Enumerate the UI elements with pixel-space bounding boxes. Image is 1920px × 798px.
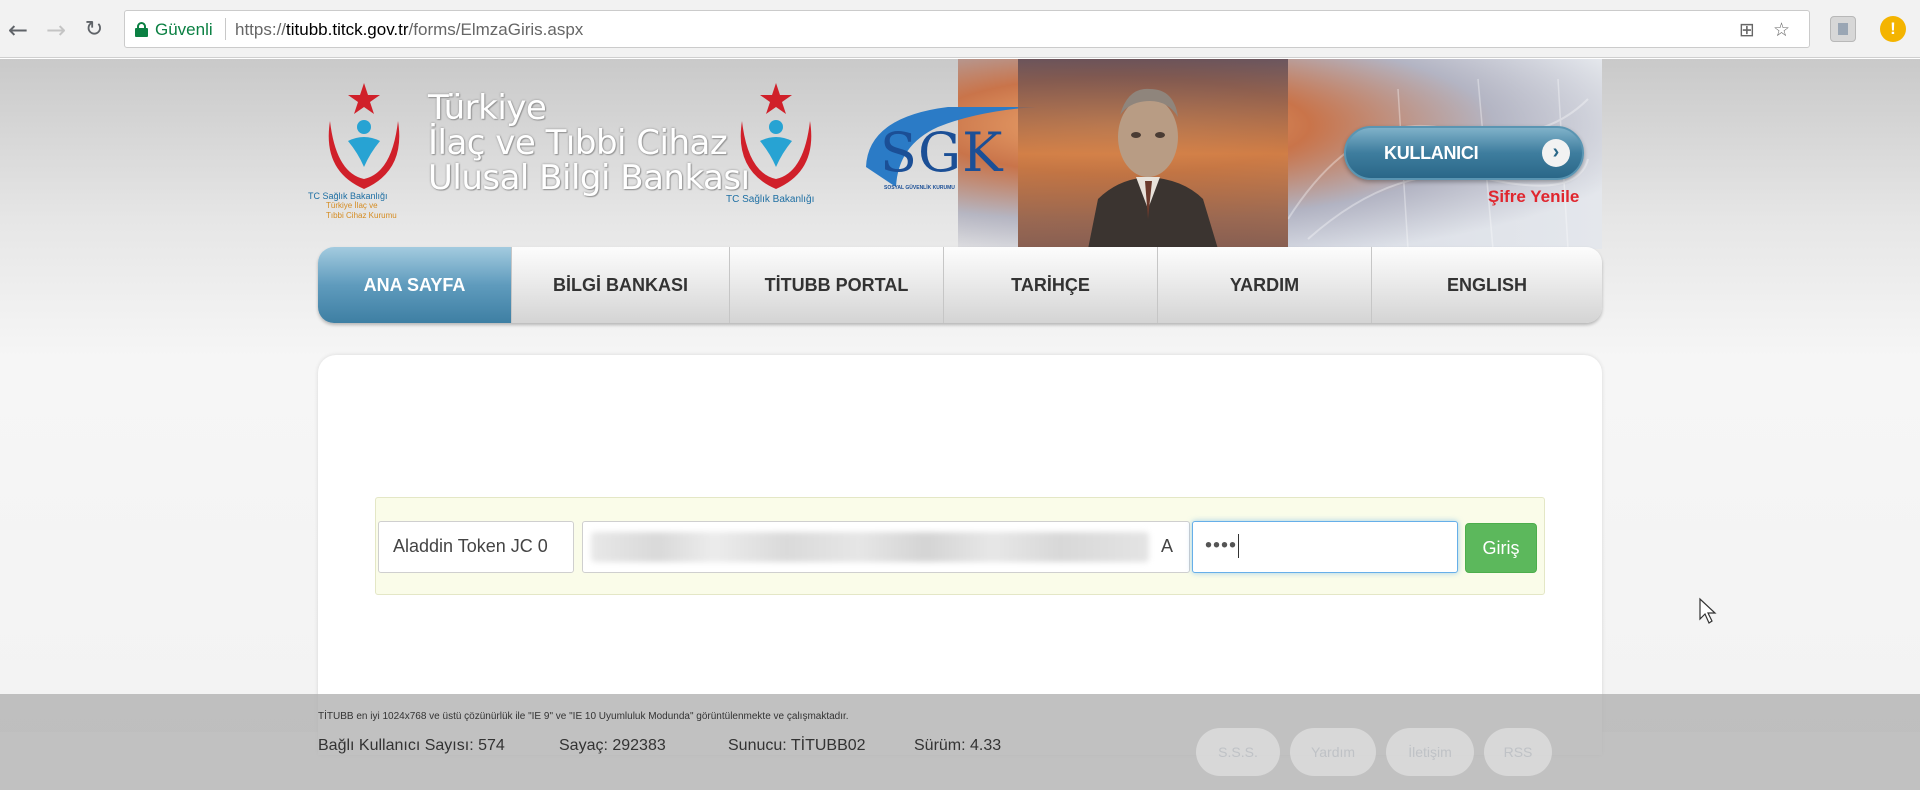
- address-divider: [225, 18, 226, 40]
- address-bar[interactable]: Güvenli https://titubb.titck.gov.tr/form…: [124, 10, 1810, 48]
- nav-english[interactable]: ENGLISH: [1372, 247, 1602, 323]
- warning-icon[interactable]: !: [1880, 16, 1906, 42]
- portrait-photo: [1018, 59, 1288, 249]
- nav-titubb-portal[interactable]: TİTUBB PORTAL: [730, 247, 944, 323]
- connected-users-count: Bağlı Kullanıcı Sayısı: 574: [318, 737, 505, 754]
- lock-icon[interactable]: [135, 22, 148, 37]
- version-number: Sürüm: 4.33: [914, 737, 1002, 754]
- ministry-caption: TC Sağlık Bakanlığı Türkiye İlaç ve Tıbb…: [308, 191, 397, 220]
- translate-icon[interactable]: ⊞: [1739, 19, 1755, 41]
- bookmark-star-icon[interactable]: ☆: [1773, 19, 1790, 41]
- password-reset-link[interactable]: Şifre Yenile: [1488, 187, 1579, 207]
- browser-compatibility-note: TİTUBB en iyi 1024x768 ve üstü çözünürlü…: [318, 711, 849, 722]
- nav-help[interactable]: YARDIM: [1158, 247, 1372, 323]
- sgk-logo-text: SGK: [880, 121, 1004, 184]
- nav-home[interactable]: ANA SAYFA: [318, 247, 512, 323]
- reload-icon[interactable]: ↻: [80, 16, 108, 44]
- mouse-pointer-icon: [1699, 597, 1717, 624]
- ministry-caption-secondary: TC Sağlık Bakanlığı: [726, 194, 815, 205]
- contact-link[interactable]: İletişim: [1386, 728, 1474, 776]
- secure-label[interactable]: Güvenli: [155, 20, 213, 40]
- redacted-certificate-name: [591, 532, 1149, 562]
- ministry-logo-secondary-icon: [740, 83, 812, 189]
- server-name: Sunucu: TİTUBB02: [728, 737, 866, 754]
- forward-arrow-icon[interactable]: →: [42, 16, 70, 44]
- visit-counter: Sayaç: 292383: [559, 737, 666, 754]
- rss-link[interactable]: RSS: [1484, 728, 1552, 776]
- token-select[interactable]: Aladdin Token JC 0: [378, 521, 574, 573]
- back-arrow-icon[interactable]: ←: [4, 16, 32, 44]
- certificate-select[interactable]: A: [582, 521, 1190, 573]
- nav-history[interactable]: TARİHÇE: [944, 247, 1158, 323]
- help-link[interactable]: Yardım: [1290, 728, 1376, 776]
- site-header: TC Sağlık Bakanlığı Türkiye İlaç ve Tıbb…: [308, 59, 1602, 249]
- main-navigation: ANA SAYFA BİLGİ BANKASI TİTUBB PORTAL TA…: [318, 247, 1602, 323]
- sgk-logo-subtitle: SOSYAL GÜVENLİK KURUMU: [884, 185, 955, 191]
- url-text[interactable]: https://titubb.titck.gov.tr/forms/ElmzaG…: [235, 20, 583, 40]
- extension-icon[interactable]: [1830, 16, 1856, 42]
- nav-knowledge-base[interactable]: BİLGİ BANKASI: [512, 247, 730, 323]
- site-title: Türkiye İlaç ve Tıbbi Cihaz Ulusal Bilgi…: [428, 88, 750, 198]
- browser-toolbar: ← → ↻ Güvenli https://titubb.titck.gov.t…: [0, 0, 1920, 58]
- chevron-right-icon: ›: [1542, 139, 1570, 167]
- faq-link[interactable]: S.S.S.: [1196, 728, 1280, 776]
- login-submit-button[interactable]: Giriş: [1465, 523, 1537, 573]
- certificate-name-tail: A: [1161, 536, 1174, 556]
- user-button-label: KULLANICI: [1384, 143, 1479, 163]
- user-login-button[interactable]: KULLANICI ›: [1344, 126, 1584, 180]
- pin-password-input[interactable]: ••••: [1192, 521, 1458, 573]
